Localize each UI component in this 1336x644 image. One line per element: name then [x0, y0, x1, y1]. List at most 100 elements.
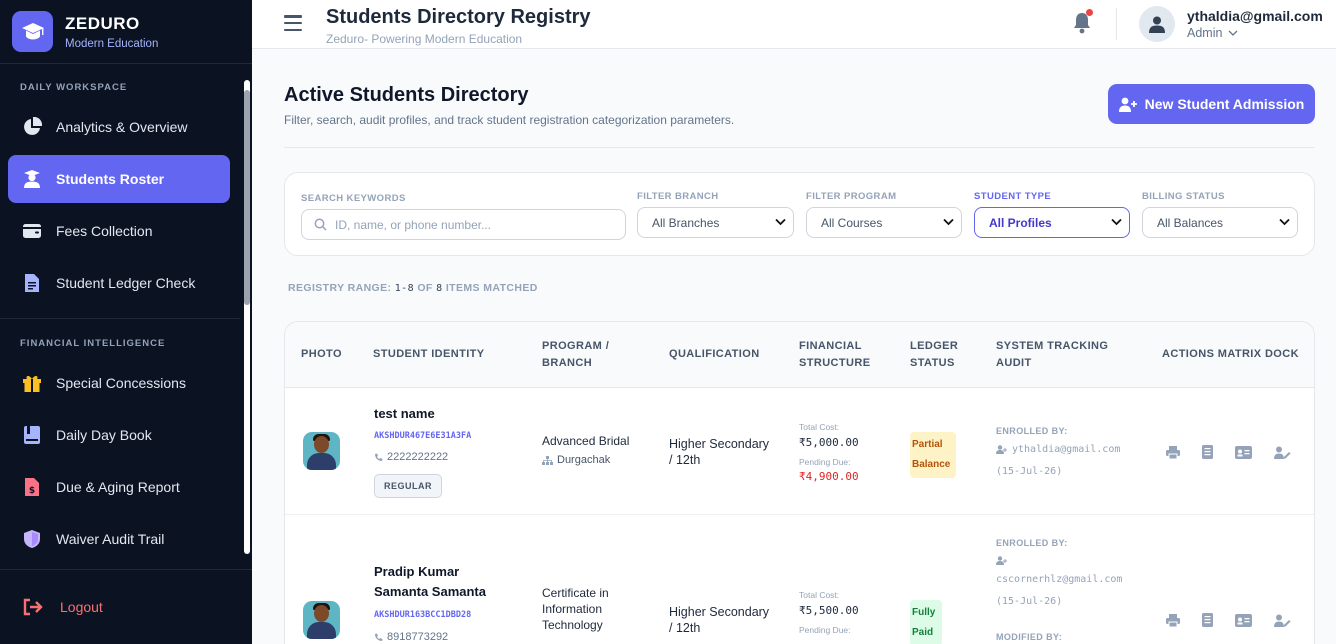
- phone-icon: [375, 633, 383, 641]
- branch-select[interactable]: All Branches: [637, 207, 794, 238]
- file-dollar-icon: $: [20, 476, 44, 498]
- user-edit-icon[interactable]: [1273, 443, 1291, 461]
- page-subtitle: Zeduro- Powering Modern Education: [326, 32, 523, 46]
- sidebar-item-due-aging-report[interactable]: $ Due & Aging Report: [8, 463, 230, 511]
- th-audit: SYSTEM TRACKING AUDIT: [996, 338, 1108, 372]
- th-financial: FINANCIAL STRUCTURE: [799, 338, 870, 372]
- qualification-line: / 12th: [669, 621, 701, 635]
- brand: ZEDURO Modern Education: [0, 0, 252, 64]
- gift-icon: [20, 372, 44, 394]
- page-title: Students Directory Registry: [326, 6, 591, 28]
- user-role-dropdown[interactable]: Admin: [1187, 26, 1238, 40]
- avatar[interactable]: [1139, 6, 1175, 42]
- id-card-icon[interactable]: [1234, 611, 1252, 629]
- enrolled-by-value: ythaldia@gmail.com: [996, 444, 1120, 455]
- enrolled-date: (15-Jul-26): [996, 466, 1063, 477]
- top-bar: Students Directory Registry Zeduro- Powe…: [252, 0, 1336, 49]
- range-span: 1-8: [394, 283, 415, 294]
- new-student-admission-button[interactable]: New Student Admission: [1108, 84, 1315, 124]
- th-program: PROGRAM / BRANCH: [542, 338, 609, 372]
- th-program-line: BRANCH: [542, 357, 593, 369]
- sidebar-item-fees-collection[interactable]: Fees Collection: [8, 207, 230, 255]
- th-ledger-line: STATUS: [910, 357, 955, 369]
- sidebar-item-waiver-audit-trail[interactable]: Waiver Audit Trail: [8, 515, 230, 554]
- menu-toggle-icon[interactable]: [284, 15, 302, 31]
- sidebar-item-analytics[interactable]: Analytics & Overview: [8, 103, 230, 151]
- th-ledger-line: LEDGER: [910, 340, 959, 352]
- billing-status-select[interactable]: All Balances: [1142, 207, 1298, 238]
- graduation-cap-icon: [12, 11, 53, 52]
- students-table: PHOTO STUDENT IDENTITY PROGRAM / BRANCH Q…: [284, 321, 1315, 644]
- range-suffix: ITEMS MATCHED: [445, 282, 538, 294]
- logout-label: Logout: [60, 599, 103, 615]
- total-cost-label: Total Cost:: [799, 422, 840, 432]
- student-type-select[interactable]: All Profiles: [974, 207, 1130, 238]
- section-daily-workspace: DAILY WORKSPACE: [20, 82, 128, 93]
- sidebar-item-special-concessions[interactable]: Special Concessions: [8, 359, 230, 407]
- qualification-line: / 12th: [669, 453, 701, 467]
- sidebar-item-ledger-check[interactable]: Student Ledger Check: [8, 259, 230, 307]
- book-icon: [20, 424, 44, 446]
- enrolled-by-label: ENROLLED BY:: [996, 426, 1068, 436]
- student-type-select-value: All Profiles: [989, 215, 1052, 230]
- program-name-line: Certificate in: [542, 586, 609, 600]
- enrolled-by-label: ENROLLED BY:: [996, 538, 1068, 548]
- logout-button[interactable]: Logout: [0, 569, 252, 644]
- branch-label: FILTER BRANCH: [637, 191, 719, 202]
- student-phone-value: 2222222222: [387, 451, 449, 463]
- table-header: PHOTO STUDENT IDENTITY PROGRAM / BRANCH Q…: [285, 322, 1314, 388]
- user-edit-icon[interactable]: [1273, 611, 1291, 629]
- student-type-badge: REGULAR: [374, 474, 442, 498]
- program-select-value: All Courses: [821, 215, 883, 230]
- chevron-down-icon: [775, 218, 786, 226]
- print-icon[interactable]: [1164, 611, 1182, 629]
- sidebar-scrollbar[interactable]: [242, 80, 251, 554]
- print-icon[interactable]: [1164, 443, 1182, 461]
- sidebar-item-students-roster[interactable]: Students Roster: [8, 155, 230, 203]
- id-card-icon[interactable]: [1234, 443, 1252, 461]
- main-content: Active Students Directory Filter, search…: [252, 49, 1336, 644]
- user-email[interactable]: ythaldia@gmail.com: [1187, 8, 1323, 24]
- file-invoice-icon: [20, 272, 44, 294]
- program-select[interactable]: All Courses: [806, 207, 962, 238]
- branch-select-value: All Branches: [652, 215, 720, 230]
- chevron-down-icon: [1111, 218, 1122, 226]
- qualification-line: Higher Secondary: [669, 437, 770, 451]
- th-student-identity: STUDENT IDENTITY: [373, 348, 485, 360]
- th-financial-line: FINANCIAL: [799, 340, 862, 352]
- wallet-icon: [20, 220, 44, 242]
- status-badge-line: Balance: [912, 459, 951, 470]
- program-name-line: Information: [542, 602, 603, 616]
- enrolled-by-email: ythaldia@gmail.com: [1012, 444, 1121, 455]
- status-badge: Partial Balance: [910, 432, 956, 478]
- student-type-label: STUDENT TYPE: [974, 191, 1052, 202]
- status-badge-line: Paid: [912, 627, 934, 638]
- billing-status-select-value: All Balances: [1157, 215, 1224, 230]
- th-program-line: PROGRAM /: [542, 340, 610, 352]
- brand-name: ZEDURO: [65, 13, 140, 33]
- qualification: Higher Secondary / 12th: [669, 604, 769, 636]
- brand-tagline: Modern Education: [65, 37, 159, 50]
- registry-range: REGISTRY RANGE: 1-8 OF 8 ITEMS MATCHED: [288, 282, 538, 294]
- scrollbar-thumb[interactable]: [244, 90, 250, 305]
- phone-icon: [375, 453, 383, 461]
- qualification-line: Higher Secondary: [669, 605, 770, 619]
- branch-value: Durgachak: [557, 454, 611, 466]
- student-phone-value: 8918773292: [387, 631, 449, 643]
- billing-status-label: BILLING STATUS: [1142, 191, 1225, 202]
- search-label: SEARCH KEYWORDS: [301, 193, 406, 204]
- user-graduate-icon: [20, 168, 44, 190]
- receipt-icon[interactable]: [1198, 611, 1216, 629]
- nav-divider: [0, 318, 240, 319]
- program-name-line: Technology: [542, 618, 603, 632]
- sidebar-item-daily-day-book[interactable]: Daily Day Book: [8, 411, 230, 459]
- receipt-icon[interactable]: [1198, 443, 1216, 461]
- student-id: AKSHDUR467E6E31A3FA: [374, 431, 472, 441]
- program-name: Advanced Bridal: [542, 434, 630, 448]
- student-name-line: Samanta Samanta: [374, 584, 486, 599]
- pending-due-label: Pending Due:: [799, 457, 851, 467]
- student-photo: [303, 601, 340, 639]
- search-input[interactable]: ID, name, or phone number...: [301, 209, 626, 240]
- status-badge-line: Partial: [912, 439, 943, 450]
- th-audit-line: SYSTEM TRACKING: [996, 340, 1109, 352]
